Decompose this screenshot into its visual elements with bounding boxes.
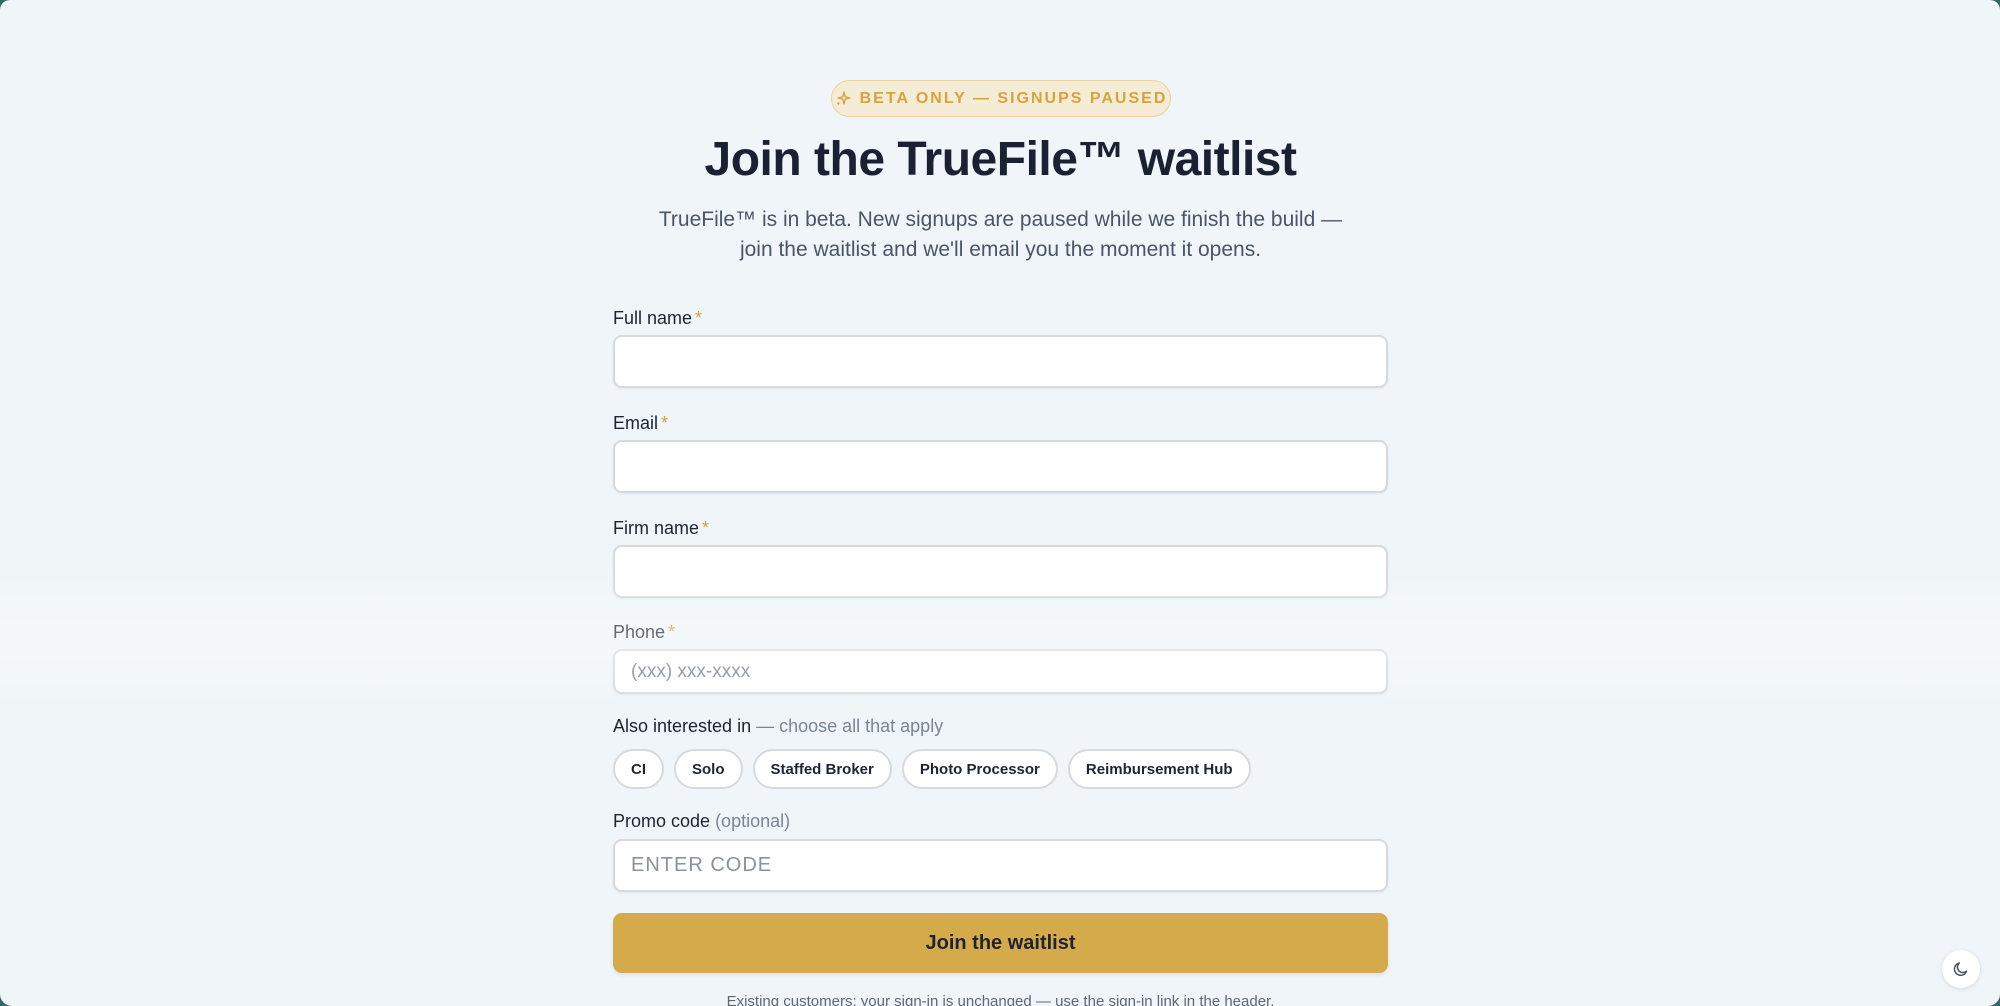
phone-label: Phone * [613, 622, 675, 643]
interests-label: Also interested in — choose all that app… [613, 716, 943, 737]
promo-hint: (optional) [710, 811, 791, 831]
page-subtitle: TrueFile™ is in beta. New signups are pa… [613, 205, 1388, 265]
theme-toggle-button[interactable] [1942, 950, 1980, 988]
subtitle-line-2: join the waitlist and we'll email you th… [739, 238, 1262, 261]
chip-photo-processor[interactable]: Photo Processor [901, 749, 1058, 789]
full-name-input[interactable] [613, 335, 1388, 388]
interests-hint: — choose all that apply [751, 716, 944, 736]
existing-customers-note: Existing customers: your sign-in is unch… [726, 993, 1275, 1006]
required-mark: * [702, 518, 710, 538]
beta-badge: BETA ONLY — SIGNUPS PAUSED [831, 80, 1171, 117]
chip-reimbursement-hub[interactable]: Reimbursement Hub [1067, 749, 1251, 789]
email-input[interactable] [613, 440, 1388, 493]
chip-staffed-broker[interactable]: Staffed Broker [752, 749, 892, 789]
firm-name-input[interactable] [613, 545, 1388, 598]
phone-input[interactable] [613, 649, 1388, 694]
full-name-label: Full name * [613, 308, 702, 329]
interests-label-text: Also interested in [613, 716, 752, 736]
promo-code-input[interactable] [613, 839, 1388, 892]
email-label-text: Email [613, 413, 659, 433]
chip-ci[interactable]: CI [613, 749, 664, 789]
full-name-label-text: Full name [613, 308, 693, 328]
required-mark: * [661, 413, 669, 433]
firm-name-label: Firm name * [613, 518, 709, 539]
join-waitlist-button[interactable]: Join the waitlist [613, 913, 1388, 973]
interests-chip-group: CI Solo Staffed Broker Photo Processor R… [613, 749, 1251, 789]
beta-badge-text: BETA ONLY — SIGNUPS PAUSED [859, 89, 1168, 107]
phone-label-text: Phone [613, 622, 666, 642]
moon-icon [1953, 962, 1968, 976]
sparkle-icon [836, 90, 851, 105]
required-mark: * [695, 308, 703, 328]
firm-name-label-text: Firm name [613, 518, 700, 538]
email-label: Email * [613, 413, 668, 434]
page-window: BETA ONLY — SIGNUPS PAUSED Join the True… [0, 0, 2000, 1006]
required-mark: * [668, 622, 676, 642]
promo-label: Promo code (optional) [613, 811, 790, 832]
promo-label-text: Promo code [613, 811, 711, 831]
page-title: Join the TrueFile™ waitlist [704, 133, 1297, 186]
chip-solo[interactable]: Solo [674, 749, 743, 789]
subtitle-line-1: TrueFile™ is in beta. New signups are pa… [658, 208, 1343, 231]
